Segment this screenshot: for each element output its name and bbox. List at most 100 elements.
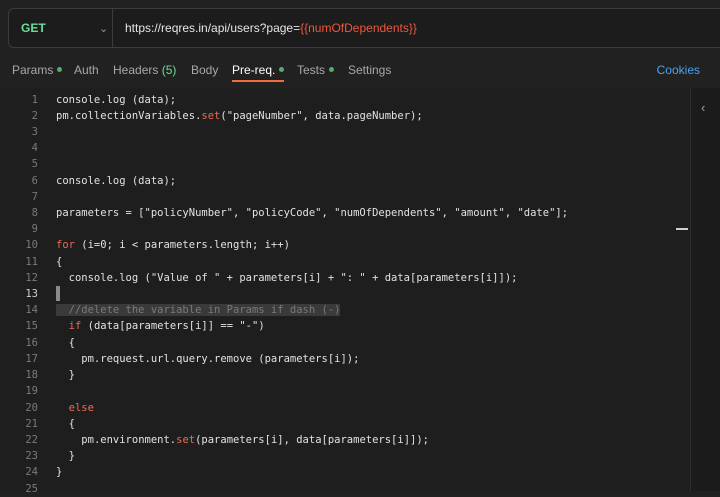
line-number: 12 (25, 272, 38, 284)
code-line: 19 (0, 383, 690, 399)
line-number: 10 (25, 239, 38, 251)
line-number: 6 (31, 175, 38, 187)
code-token: pm.collectionVariables. (56, 110, 202, 122)
line-number: 14 (25, 304, 38, 316)
line-number: 20 (25, 402, 38, 414)
line-number: 15 (25, 320, 38, 332)
tab-settings[interactable]: Settings (348, 58, 391, 82)
code-line: 17 pm.request.url.query.remove (paramete… (0, 351, 690, 367)
code-keyword: for (56, 239, 75, 251)
tab-prereq-label: Pre-req. (232, 63, 276, 77)
code-text: pm.request.url.query.remove (parameters[… (56, 353, 360, 365)
line-number: 7 (31, 191, 38, 203)
code-line: 25 (0, 481, 690, 497)
code-line: 5 (0, 156, 690, 172)
line-number: 8 (31, 207, 38, 219)
code-line: 9 (0, 221, 690, 237)
code-text: } (56, 450, 75, 462)
tab-auth[interactable]: Auth (74, 58, 99, 82)
line-number: 4 (31, 142, 38, 154)
text-cursor (56, 286, 60, 301)
code-text: if (data[parameters[i]] == "-") (56, 318, 265, 334)
line-number: 23 (25, 450, 38, 462)
code-line: 23 } (0, 448, 690, 464)
code-token: pm.environment. (81, 434, 177, 446)
status-dot (57, 67, 63, 73)
line-number: 17 (25, 353, 38, 365)
tab-auth-label: Auth (74, 63, 99, 77)
code-text: { (56, 256, 63, 268)
code-line: 1 console.log (data); (0, 92, 690, 108)
code-token: (parameters[i], data[parameters[i]]); (195, 434, 429, 446)
line-number: 16 (25, 337, 38, 349)
url-variable: {{numOfDependents}} (300, 21, 417, 35)
code-line: 14 //delete the variable in Params if da… (0, 302, 690, 318)
line-number: 18 (25, 369, 38, 381)
code-line: 22 pm.environment.set(parameters[i], dat… (0, 432, 690, 448)
tab-body[interactable]: Body (191, 58, 218, 82)
url-bar: GET ⌄ https://reqres.in/api/users?page={… (8, 8, 720, 48)
code-line: 8 parameters = ["policyNumber", "policyCo… (0, 205, 690, 221)
code-text: } (56, 466, 63, 478)
line-number: 5 (31, 158, 38, 170)
script-editor[interactable]: 1 console.log (data); 2 pm.collectionVaria… (0, 88, 690, 495)
code-token: ("pageNumber", data.pageNumber); (220, 110, 423, 122)
code-line: 16 { (0, 335, 690, 351)
code-line: 13 (0, 286, 690, 302)
code-line: 3 (0, 124, 690, 140)
line-number: 13 (25, 288, 38, 300)
code-comment: //delete the variable in Params if dash … (56, 304, 341, 316)
code-text: { (56, 337, 75, 349)
tab-prereq[interactable]: Pre-req. (232, 58, 285, 82)
tab-tests[interactable]: Tests (297, 58, 335, 82)
side-panel: ‹ (690, 88, 720, 491)
headers-count: (5) (161, 63, 177, 77)
line-number: 2 (31, 110, 38, 122)
code-text: pm.collectionVariables.set("pageNumber",… (56, 108, 423, 124)
tab-body-label: Body (191, 63, 219, 77)
code-text: else (56, 400, 94, 416)
chevron-left-icon[interactable]: ‹ (701, 100, 705, 115)
code-text: parameters = ["policyNumber", "policyCod… (56, 207, 569, 219)
code-token: (i=0; i < parameters.length; i++) (74, 239, 290, 251)
status-dot (279, 67, 285, 73)
cookies-link[interactable]: Cookies (657, 58, 700, 82)
code-line: 12 console.log ("Value of " + parameters… (0, 270, 690, 286)
tab-headers-label: Headers (113, 63, 159, 77)
line-number: 11 (25, 256, 38, 268)
line-number: 1 (31, 94, 38, 106)
line-number: 25 (25, 483, 38, 495)
code-keyword: set (201, 110, 221, 122)
url-prefix: https://reqres.in/api/users?page= (125, 21, 301, 35)
code-line: 6 console.log (data); (0, 173, 690, 189)
method-select[interactable]: GET ⌄ (21, 9, 113, 47)
line-number: 9 (31, 223, 38, 235)
code-keyword: else (68, 402, 94, 414)
code-line: 7 (0, 189, 690, 205)
code-token: (data[parameters[i]] == "-") (81, 320, 265, 332)
code-line: 20 else (0, 400, 690, 416)
code-keyword: if (68, 320, 82, 332)
code-text: pm.environment.set(parameters[i], data[p… (56, 432, 429, 448)
line-number: 19 (25, 385, 38, 397)
chevron-down-icon[interactable]: ⌄ (99, 10, 108, 48)
line-number: 24 (25, 466, 38, 478)
method-label: GET (21, 21, 46, 35)
code-text: console.log ("Value of " + parameters[i]… (56, 272, 518, 284)
code-line: 10 for (i=0; i < parameters.length; i++) (0, 237, 690, 253)
tab-headers[interactable]: Headers (5) (113, 58, 176, 82)
line-number: 3 (31, 126, 38, 138)
code-line: 21 { (0, 416, 690, 432)
code-text: { (56, 418, 75, 430)
tab-settings-label: Settings (348, 63, 392, 77)
request-tabs: Params Auth Headers (5) Body Pre-req. Te… (0, 58, 720, 82)
code-line: 11 { (0, 254, 690, 270)
code-text: console.log (data); (56, 94, 177, 106)
code-line: 18 } (0, 367, 690, 383)
code-line: 24} (0, 464, 690, 480)
tab-params[interactable]: Params (12, 58, 63, 82)
editor-scroll-marker[interactable] (676, 228, 688, 230)
code-keyword: set (176, 434, 196, 446)
line-number: 21 (25, 418, 38, 430)
url-input[interactable]: https://reqres.in/api/users?page={{numOf… (125, 9, 417, 47)
